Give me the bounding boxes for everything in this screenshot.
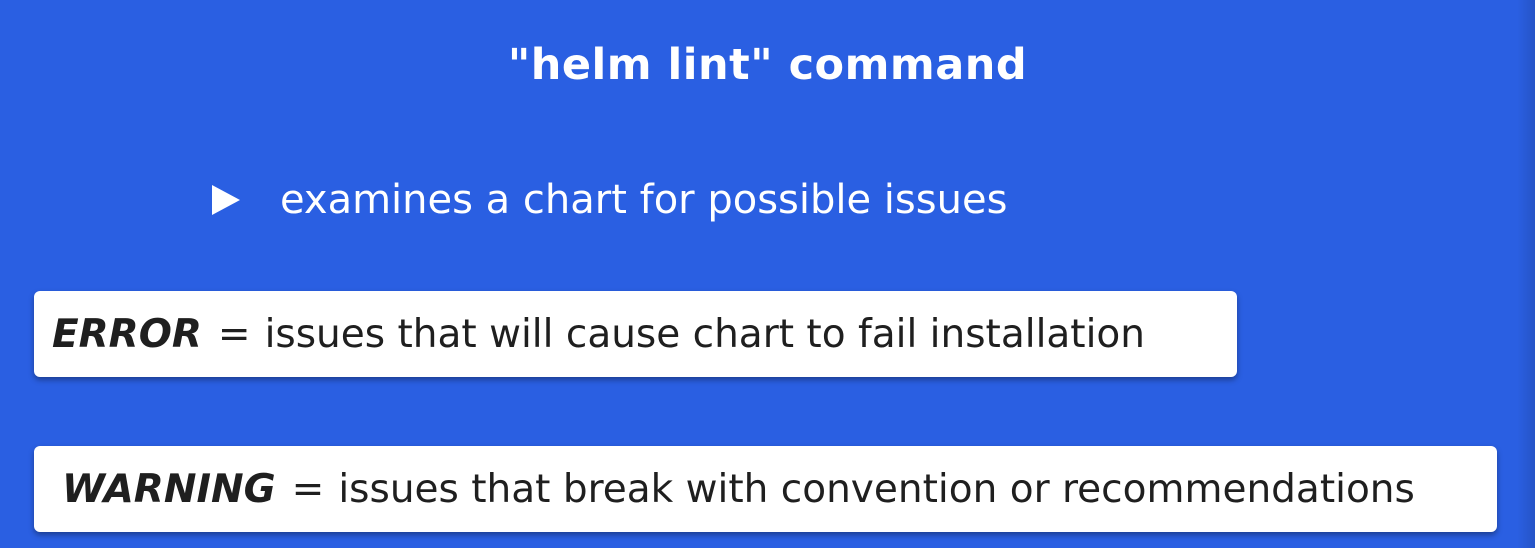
equals-sign: = <box>291 466 325 512</box>
warning-definition-box: WARNING = issues that break with convent… <box>34 446 1497 532</box>
error-definition-box: ERROR = issues that will cause chart to … <box>34 291 1237 377</box>
equals-sign: = <box>217 311 251 357</box>
bullet-text: examines a chart for possible issues <box>280 177 1008 223</box>
warning-description: issues that break with convention or rec… <box>338 466 1415 512</box>
error-description: issues that will cause chart to fail ins… <box>264 311 1146 357</box>
slide-title: "helm lint" command <box>507 40 1028 90</box>
warning-term: WARNING <box>62 466 276 512</box>
play-triangle-icon <box>212 185 240 215</box>
bullet-item: examines a chart for possible issues <box>208 172 1007 228</box>
error-term: ERROR <box>52 311 202 357</box>
